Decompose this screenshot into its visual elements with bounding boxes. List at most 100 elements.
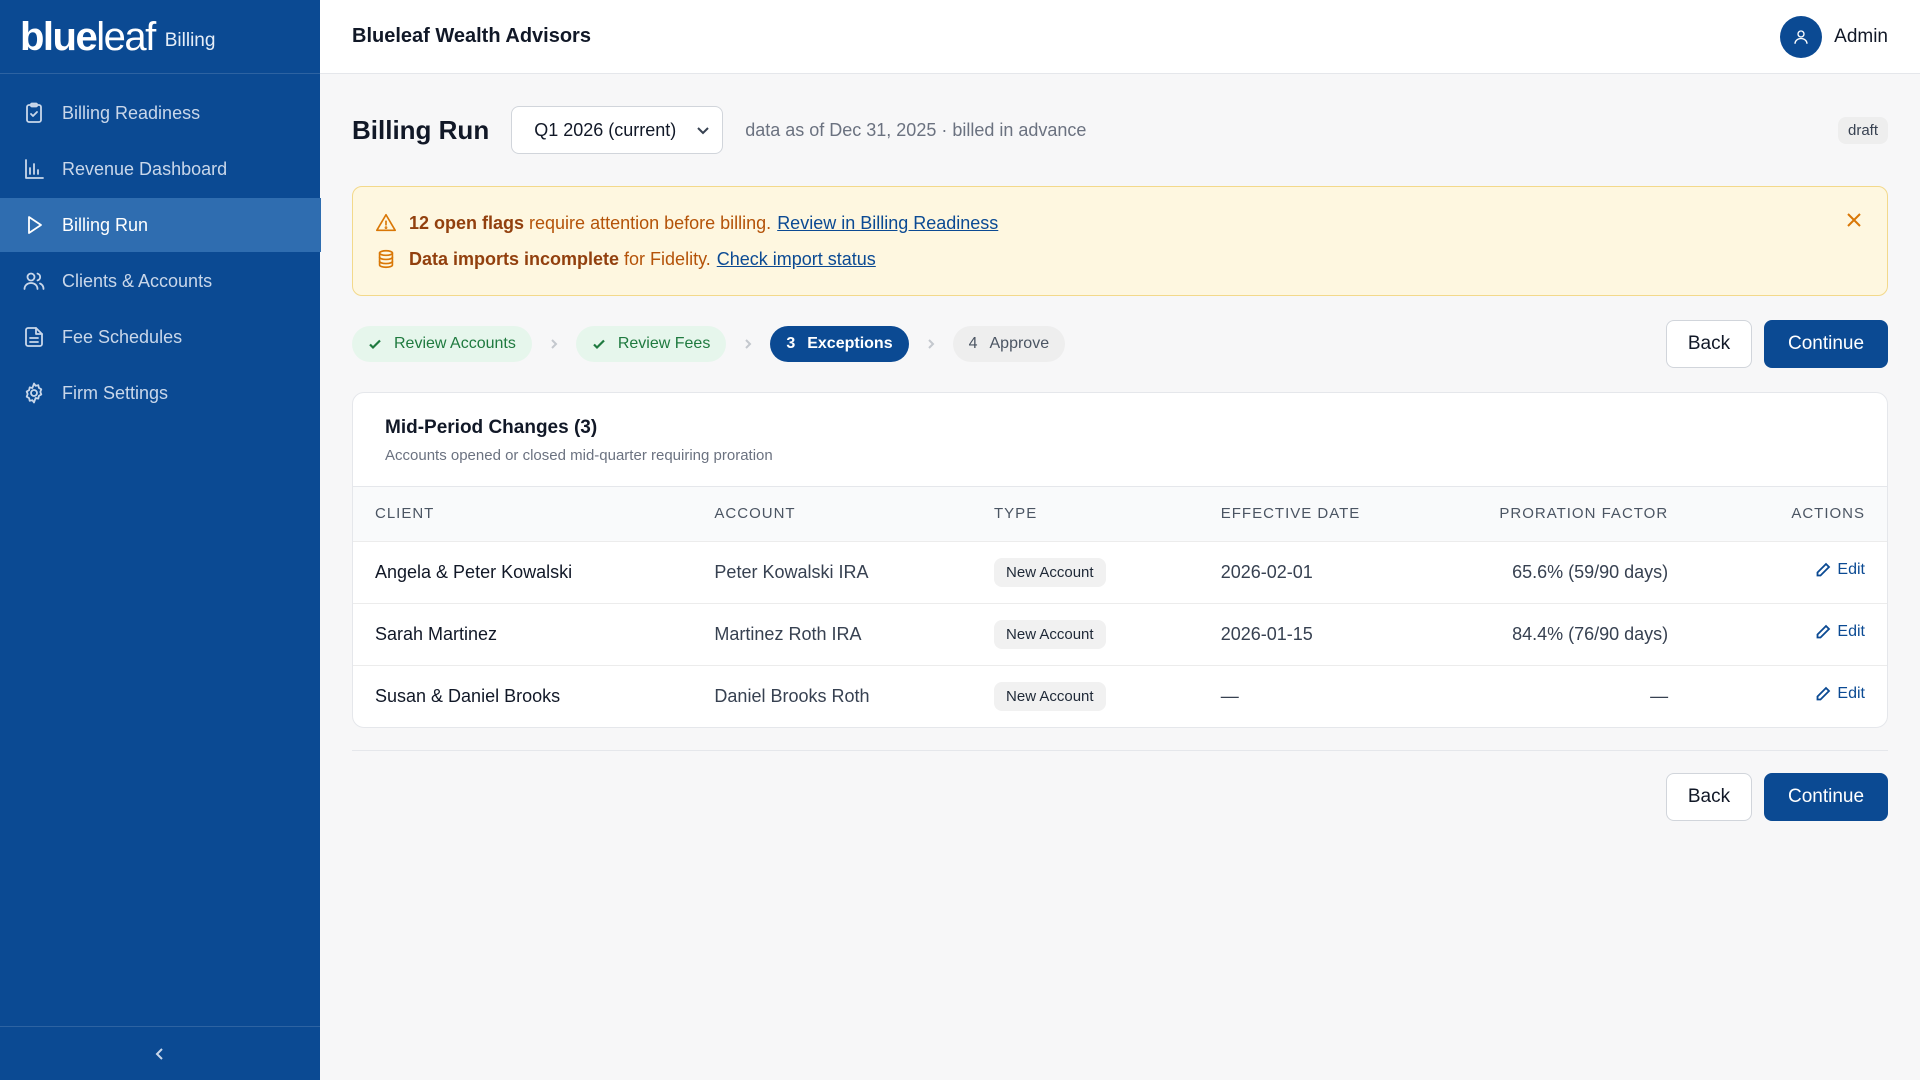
brand-product: Billing (164, 29, 216, 51)
card-title: Mid-Period Changes (3) (385, 417, 598, 438)
card-header: Mid-Period Changes (3) Accounts opened o… (353, 393, 1887, 487)
pencil-icon (1817, 686, 1831, 701)
avatar[interactable] (1780, 15, 1823, 58)
back-button[interactable]: Back (1666, 320, 1752, 368)
step-label: Review Fees (617, 335, 711, 352)
cell-proration-factor: — (1650, 685, 1669, 706)
back-button[interactable]: Back (1666, 773, 1752, 821)
review-readiness-link[interactable]: Review in Billing Readiness (777, 213, 998, 234)
column-header-type[interactable]: TYPE (972, 487, 1199, 541)
bottom-actions: Back Continue (352, 773, 1888, 821)
cell-actions: Edit (1690, 541, 1887, 603)
sidebar-item-clients-accounts[interactable]: Clients & Accounts (0, 254, 320, 308)
sidebar-item-revenue-dashboard[interactable]: Revenue Dashboard (0, 142, 320, 196)
sidebar-item-label: Revenue Dashboard (62, 158, 228, 179)
step-exceptions[interactable]: 3 Exceptions (770, 326, 909, 362)
cell-proration-factor: 84.4% (76/90 days) (1512, 623, 1669, 644)
step-label: Exceptions (807, 335, 893, 352)
edit-button[interactable]: Edit (1815, 685, 1865, 703)
step-approve[interactable]: 4 Approve (952, 326, 1066, 362)
sidebar-item-label: Clients & Accounts (62, 270, 213, 291)
warning-alert: 12 open flags require attention before b… (352, 186, 1888, 296)
cell-effective-date: 2026-02-01 (1220, 561, 1313, 582)
card-subtitle: Accounts opened or closed mid-quarter re… (385, 447, 773, 464)
user-menu[interactable]: Admin (1780, 15, 1888, 58)
pencil-icon (1817, 624, 1831, 639)
mid-period-changes-table: CLIENT ACCOUNT TYPE EFFECTIVE DATE PRORA… (353, 487, 1887, 727)
sidebar-item-label: Billing Readiness (62, 102, 201, 123)
alert-line-flags: 12 open flags require attention before b… (375, 205, 1865, 241)
user-label: Admin (1834, 25, 1888, 47)
cell-actions: Edit (1690, 603, 1887, 665)
cell-actions: Edit (1690, 665, 1887, 727)
edit-label: Edit (1837, 685, 1865, 703)
brand: blueleaf Billing (0, 0, 320, 74)
check-import-status-link[interactable]: Check import status (717, 249, 876, 270)
type-badge: New Account (994, 681, 1106, 711)
chevron-left-icon (155, 1047, 163, 1060)
cell-account: Martinez Roth IRA (714, 623, 862, 644)
alert-line-imports: Data imports incomplete for Fidelity. Ch… (375, 241, 1865, 277)
pencil-icon (1817, 562, 1831, 577)
table-row: Susan & Daniel Brooks Daniel Brooks Roth… (353, 665, 1887, 727)
edit-button[interactable]: Edit (1815, 623, 1865, 641)
table-row: Sarah Martinez Martinez Roth IRA New Acc… (353, 603, 1887, 665)
sidebar-item-firm-settings[interactable]: Firm Settings (0, 366, 320, 420)
gear-icon (25, 382, 43, 404)
alert-flags-text: require attention before billing. (529, 212, 772, 233)
edit-label: Edit (1837, 623, 1865, 640)
sidebar-item-billing-readiness[interactable]: Billing Readiness (0, 86, 320, 140)
step-label: Approve (989, 335, 1050, 352)
users-icon (23, 272, 45, 290)
column-header-effective-date[interactable]: EFFECTIVE DATE (1199, 487, 1399, 541)
brand-logo[interactable]: blueleaf (20, 14, 156, 59)
period-select-value: Q1 2026 (current) (534, 119, 677, 140)
alert-close-button[interactable] (1845, 211, 1865, 231)
warning-triangle-icon (376, 213, 396, 232)
firm-name: Blueleaf Wealth Advisors (352, 25, 591, 47)
column-header-proration-factor[interactable]: PRORATION FACTOR (1399, 487, 1691, 541)
check-icon (369, 339, 381, 350)
step-review-fees[interactable]: Review Fees (575, 326, 727, 362)
cell-client: Angela & Peter Kowalski (375, 561, 573, 582)
sidebar-item-fee-schedules[interactable]: Fee Schedules (0, 310, 320, 364)
sidebar: blueleaf Billing Billing Readiness Reven… (0, 0, 321, 1080)
cell-client: Susan & Daniel Brooks (375, 685, 561, 706)
main-content: Billing Run Q1 2026 (current) data as of… (352, 74, 1888, 821)
table-header-row: CLIENT ACCOUNT TYPE EFFECTIVE DATE PRORA… (353, 487, 1887, 541)
status-badge: draft (1837, 116, 1888, 144)
step-separator (909, 339, 953, 349)
table-row: Angela & Peter Kowalski Peter Kowalski I… (353, 541, 1887, 603)
page-title: Billing Run (352, 114, 490, 145)
sidebar-nav: Billing Readiness Revenue Dashboard Bill… (0, 74, 321, 420)
step-separator (532, 339, 576, 349)
brand-logo-light: leaf (96, 14, 156, 59)
step-number: 4 (968, 335, 978, 352)
step-separator (726, 339, 770, 349)
period-select[interactable]: Q1 2026 (current) (511, 106, 724, 154)
play-icon (28, 216, 42, 234)
continue-button[interactable]: Continue (1764, 320, 1888, 368)
alert-imports-title: Data imports incomplete (409, 248, 620, 269)
check-icon (593, 339, 605, 350)
chevron-right-icon (551, 339, 558, 349)
column-header-client[interactable]: CLIENT (353, 487, 692, 541)
edit-button[interactable]: Edit (1815, 561, 1865, 579)
data-meta: data as of Dec 31, 2025 · billed in adva… (745, 119, 1087, 140)
cell-type: New Account (972, 541, 1199, 603)
cell-client: Sarah Martinez (375, 623, 498, 644)
clipboard-check-icon (26, 102, 42, 123)
chevron-down-icon (697, 127, 709, 135)
column-header-account[interactable]: ACCOUNT (692, 487, 972, 541)
sidebar-item-billing-run[interactable]: Billing Run (0, 198, 321, 252)
step-review-accounts[interactable]: Review Accounts (352, 326, 532, 362)
bar-chart-icon (25, 159, 44, 179)
sidebar-item-label: Firm Settings (62, 382, 169, 403)
sidebar-collapse-button[interactable] (0, 1026, 320, 1080)
sidebar-item-label: Billing Run (62, 214, 149, 235)
chevron-right-icon (745, 339, 752, 349)
cell-effective-date: — (1220, 685, 1239, 706)
continue-button[interactable]: Continue (1764, 773, 1888, 821)
top-actions: Back Continue (1666, 320, 1888, 368)
top-bar: Blueleaf Wealth Advisors Admin (320, 0, 1920, 74)
